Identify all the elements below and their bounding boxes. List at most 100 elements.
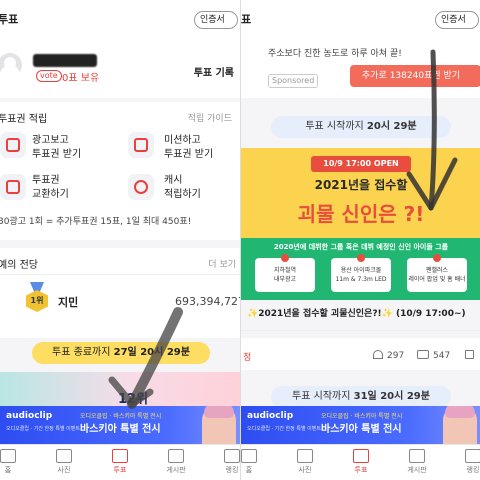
vote-ticket-earn-section: 투표권 적립 적립 가이드 광고보고 투표권 받기 미션하고 투표권 받기 투표…	[0, 102, 240, 240]
vote-icon	[112, 449, 128, 463]
vote-start-countdown: 투표 시작까지 20시 29분	[271, 116, 451, 138]
certificate-button[interactable]: 인증서	[435, 11, 479, 29]
see-more-link[interactable]: 더 보기	[208, 257, 236, 270]
nav-vote[interactable]: 투표	[341, 449, 381, 475]
nav-vote[interactable]: 투표	[100, 449, 140, 475]
nav-home[interactable]: 홈	[0, 449, 28, 475]
ad-small-text: 오디오클립 · 기간 한정 특별 이벤트	[6, 426, 80, 432]
earn-note: 30광고 1회 = 추가투표권 15표, 1일 최대 450표!	[0, 217, 192, 227]
reward-line: 11m & 7.3m LED	[335, 276, 387, 283]
nav-board[interactable]: 게시판	[156, 449, 196, 475]
rank-votes: 693,394,7273	[175, 295, 240, 308]
share-button[interactable]	[465, 350, 474, 361]
comment-button[interactable]: 547	[417, 350, 450, 361]
countdown-prefix: 투표 종료까지	[52, 347, 111, 358]
countdown-time: 27일 20시 29분	[113, 347, 190, 358]
earn-ad-button[interactable]: 광고보고 투표권 받기	[32, 134, 81, 162]
header: 표 인증서	[241, 0, 480, 40]
section-title: 예의 전당	[0, 260, 38, 271]
earn-tickets-button[interactable]: 추가로 138240표권 받기	[350, 65, 480, 87]
nav-label: 투표	[354, 466, 368, 474]
earn-item-label: 투표권	[32, 175, 60, 186]
event-strip: 2020년에 데뷔한 그룹 혹은 데뷔 예정인 신인 아이돌 그룹	[273, 243, 449, 251]
countdown-time: 20시 29분	[366, 121, 417, 132]
avatar	[0, 53, 22, 77]
ad-model-image	[202, 406, 236, 444]
nav-label: 투표	[113, 466, 127, 474]
earn-exchange-button[interactable]: 투표권 교환하기	[32, 174, 69, 202]
post-actions: 정 297 547	[241, 338, 480, 370]
nav-ranking[interactable]: 랭킹	[453, 449, 480, 475]
divider	[0, 274, 240, 275]
photo-icon	[56, 449, 72, 463]
left-screen: 투표 인증서 vote 0표 보유 투표 기록 투표권 적립 적립 가이드 광고…	[0, 0, 240, 480]
nav-label: 사진	[57, 466, 71, 474]
event-heading: 2021년을 접수할	[314, 178, 408, 192]
home-icon	[241, 449, 257, 463]
earn-cash-button[interactable]: 캐시 적립하기	[164, 174, 201, 202]
section-title: 투표권 적립	[0, 114, 48, 125]
countdown-prefix: 투표 시작까지	[305, 121, 364, 132]
earn-guide-link[interactable]: 적립 가이드	[188, 111, 232, 124]
reward-card: 용산 아이파크몰 11m & 7.3m LED	[331, 254, 391, 292]
vote-start-countdown-2: 투표 시작까지 31일 20시 29분	[271, 386, 451, 408]
vote-icon	[353, 449, 369, 463]
earn-item-label: 캐시	[164, 175, 183, 186]
banner-rank: 12위	[118, 392, 149, 407]
reward-line: 레이어 팝업 및 홈 배너	[408, 276, 466, 283]
ad-small-text: 오디오클립 · 기간 한정 특별 이벤트	[247, 426, 321, 432]
ad-headline: 바스키아 특별 전시	[80, 424, 161, 435]
ad-brand: audioclip	[6, 411, 53, 421]
nav-home[interactable]: 홈	[241, 449, 269, 475]
reward-line: 지하철역	[273, 267, 297, 274]
ad-subtitle: 오디오클립 · 바스키아 특별 전시	[321, 413, 403, 420]
comment-icon	[417, 350, 429, 359]
earn-item-label: 교환하기	[32, 189, 69, 200]
event-date: 10/9 17:00 OPEN	[311, 156, 411, 172]
reward-card: 지하철역 내부광고	[255, 254, 315, 292]
divider	[241, 330, 480, 331]
nav-label: 홈	[4, 466, 12, 474]
sponsored-card: 주소보다 진한 농도로 하루 아쳐 끝! Sponsored 추가로 13824…	[241, 40, 480, 98]
home-icon	[0, 449, 16, 463]
earn-item-label: 투표권 받기	[32, 149, 82, 160]
rank-label: 1위	[26, 290, 48, 312]
reward-card: 팬챌러스 레이어 팝업 및 홈 배너	[407, 254, 467, 292]
earn-item-label: 광고보고	[32, 135, 69, 146]
ad-description: 주소보다 진한 농도로 하루 아쳐 끝!	[268, 49, 402, 59]
ad-ticket-icon	[0, 132, 26, 158]
ad-banner[interactable]: audioclip 오디오클립 · 기간 한정 특별 이벤트 오디오클립 · 바…	[0, 406, 240, 444]
ranking-icon	[224, 449, 240, 463]
header: 투표 인증서	[0, 0, 240, 40]
page-title: 표	[241, 13, 252, 26]
reward-line: 내부광고	[273, 276, 297, 283]
ad-banner[interactable]: audioclip 오디오클립 · 기간 한정 특별 이벤트 오디오클립 · 바…	[241, 406, 480, 444]
reward-line: 팬챌러스	[425, 267, 449, 274]
nav-board[interactable]: 게시판	[397, 449, 437, 475]
nav-label: 게시판	[407, 466, 427, 474]
earn-mission-button[interactable]: 미션하고 투표권 받기	[164, 134, 213, 162]
rank-name[interactable]: 지민	[58, 294, 78, 310]
countdown-time: 31일 20시 29분	[353, 391, 430, 402]
board-icon	[409, 449, 425, 463]
event-title: 괴물 신인은 ?!	[297, 202, 425, 226]
vote-banner[interactable]: 12위	[0, 372, 240, 408]
sponsored-tag: Sponsored	[268, 74, 319, 88]
nav-label: 랭킹	[225, 466, 239, 474]
vote-record-link[interactable]: 투표 기록	[194, 64, 234, 79]
page-title: 투표	[0, 13, 19, 26]
right-screen: 표 인증서 주소보다 진한 농도로 하루 아쳐 끝! Sponsored 추가로…	[240, 0, 480, 480]
board-icon	[168, 449, 184, 463]
bottom-nav: 홈 사진 투표 게시판 랭킹	[241, 444, 480, 480]
post-tag: 정	[243, 353, 252, 363]
like-button[interactable]: 297	[373, 350, 404, 361]
nav-ranking[interactable]: 랭킹	[212, 449, 240, 475]
event-banner[interactable]: 10/9 17:00 OPEN 2021년을 접수할 괴물 신인은 ?! 202…	[241, 148, 480, 300]
heart-icon	[373, 350, 383, 359]
vote-badge: vote	[36, 70, 62, 82]
countdown-prefix: 투표 시작까지	[292, 391, 351, 402]
certificate-button[interactable]: 인증서	[194, 11, 238, 29]
nav-photo[interactable]: 사진	[44, 449, 84, 475]
nav-photo[interactable]: 사진	[285, 449, 325, 475]
post-title[interactable]: ✨2021년을 접수할 괴물신인은?!✨ (10/9 17:00~)	[247, 306, 466, 319]
